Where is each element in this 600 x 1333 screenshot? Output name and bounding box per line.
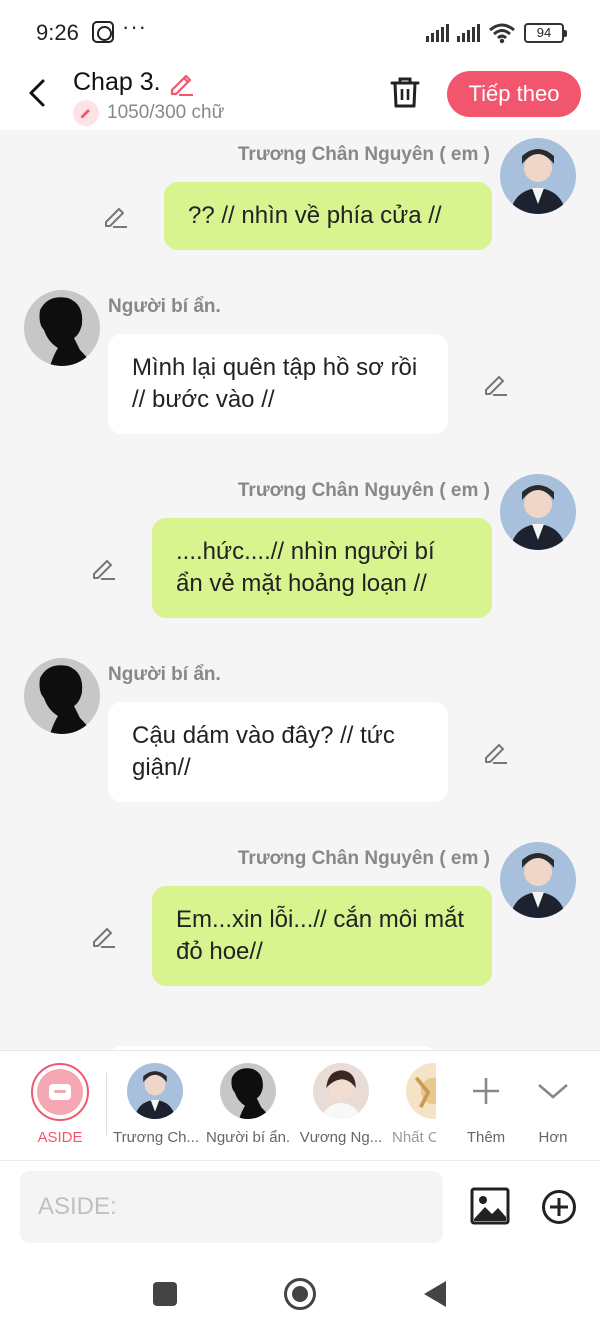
character-item[interactable]: Trương Ch... (113, 1063, 200, 1146)
avatar-truong-chan-nguyen[interactable] (500, 474, 576, 550)
sender-name: Người bí ẩn. (108, 296, 221, 317)
message-bubble[interactable]: Em...xin lỗi...// cắn môi mắt đỏ hoe// (152, 886, 492, 986)
home-button[interactable] (283, 1277, 317, 1311)
more-characters-button[interactable]: Hơn (530, 1063, 576, 1146)
avatar-truong-chan-nguyen[interactable] (500, 138, 576, 214)
character-name: Trương Ch... (113, 1129, 200, 1146)
character-avatar (127, 1063, 183, 1119)
recents-button[interactable] (152, 1281, 178, 1307)
app-header: Chap 3. 1050/300 chữ Tiếp theo (0, 62, 600, 130)
message-bubble[interactable]: ....hức....// nhìn người bí ẩn vẻ mặt ho… (152, 518, 492, 618)
character-avatar (220, 1063, 276, 1119)
signal-icon (426, 24, 449, 42)
notification-app-icon (92, 21, 114, 43)
chapter-title: Chap 3. (73, 68, 161, 96)
insert-image-button[interactable] (470, 1187, 510, 1225)
message-input[interactable] (20, 1171, 443, 1243)
system-nav-bar (0, 1255, 600, 1333)
image-icon (470, 1187, 510, 1225)
character-avatar (406, 1063, 436, 1119)
edit-message-icon[interactable] (90, 922, 118, 950)
character-avatar (313, 1063, 369, 1119)
battery-icon: 94 (524, 23, 567, 43)
wifi-icon (489, 23, 515, 44)
signal-icon-2 (457, 24, 480, 42)
character-item[interactable]: Người bí ẩn. (206, 1063, 290, 1146)
edit-message-icon[interactable] (482, 370, 510, 398)
more-notifications-icon: ··· (122, 14, 147, 39)
sender-name: Trương Chân Nguyên ( em ) (237, 848, 490, 869)
character-selector: ASIDE Trương Ch... Người bí ẩn. Vương Ng… (0, 1050, 600, 1160)
avatar-nguoi-bi-an[interactable] (24, 658, 100, 734)
chevron-down-icon (538, 1084, 568, 1099)
message-bubble[interactable]: Mình lại quên tập hồ sơ rồi // bước vào … (108, 334, 448, 434)
status-bar: 9:26 ··· 94 (0, 0, 600, 62)
word-count-text: 1050/300 chữ (107, 102, 225, 123)
more-label: Hơn (538, 1129, 568, 1146)
plus-icon (473, 1078, 499, 1104)
next-button[interactable]: Tiếp theo (447, 71, 581, 117)
divider (106, 1073, 107, 1135)
character-name: Nhất C (392, 1129, 436, 1146)
character-name: Người bí ẩn. (206, 1129, 291, 1146)
aside-icon (31, 1063, 89, 1121)
plus-circle-icon (542, 1190, 576, 1224)
sender-name: Người bí ẩn. (108, 664, 221, 685)
avatar-truong-chan-nguyen[interactable] (500, 842, 576, 918)
word-count: 1050/300 chữ (73, 100, 224, 126)
character-aside[interactable]: ASIDE (30, 1063, 90, 1146)
sender-name: Trương Chân Nguyên ( em ) (237, 144, 490, 165)
chevron-left-icon (29, 79, 45, 107)
composer (0, 1160, 600, 1255)
message-bubble[interactable]: ?? // nhìn về phía cửa // (164, 182, 492, 250)
pencil-icon (73, 100, 99, 126)
add-button[interactable] (541, 1189, 577, 1225)
edit-message-icon[interactable] (482, 738, 510, 766)
delete-button[interactable] (388, 74, 422, 110)
edit-message-icon[interactable] (90, 554, 118, 582)
character-item[interactable]: Vương Ng... (299, 1063, 383, 1146)
back-nav-button[interactable] (422, 1279, 448, 1309)
sender-name: Trương Chân Nguyên ( em ) (237, 480, 490, 501)
edit-message-icon[interactable] (102, 202, 130, 230)
character-item[interactable]: Nhất C (392, 1063, 436, 1146)
avatar-nguoi-bi-an[interactable] (24, 290, 100, 366)
status-time: 9:26 (36, 20, 79, 45)
add-character-button[interactable]: Thêm (462, 1063, 510, 1146)
message-bubble[interactable]: Cậu dám vào đây? // tức giận// (108, 702, 448, 802)
back-button[interactable] (22, 76, 52, 110)
edit-title-icon[interactable] (167, 69, 195, 97)
trash-icon (390, 77, 420, 108)
chapter-title-row[interactable]: Chap 3. (73, 68, 195, 97)
chat-area[interactable]: Trương Chân Nguyên ( em ) ?? // nhìn về … (0, 130, 600, 1050)
aside-label: ASIDE (37, 1129, 83, 1146)
add-label: Thêm (466, 1129, 506, 1146)
character-name: Vương Ng... (299, 1129, 383, 1146)
